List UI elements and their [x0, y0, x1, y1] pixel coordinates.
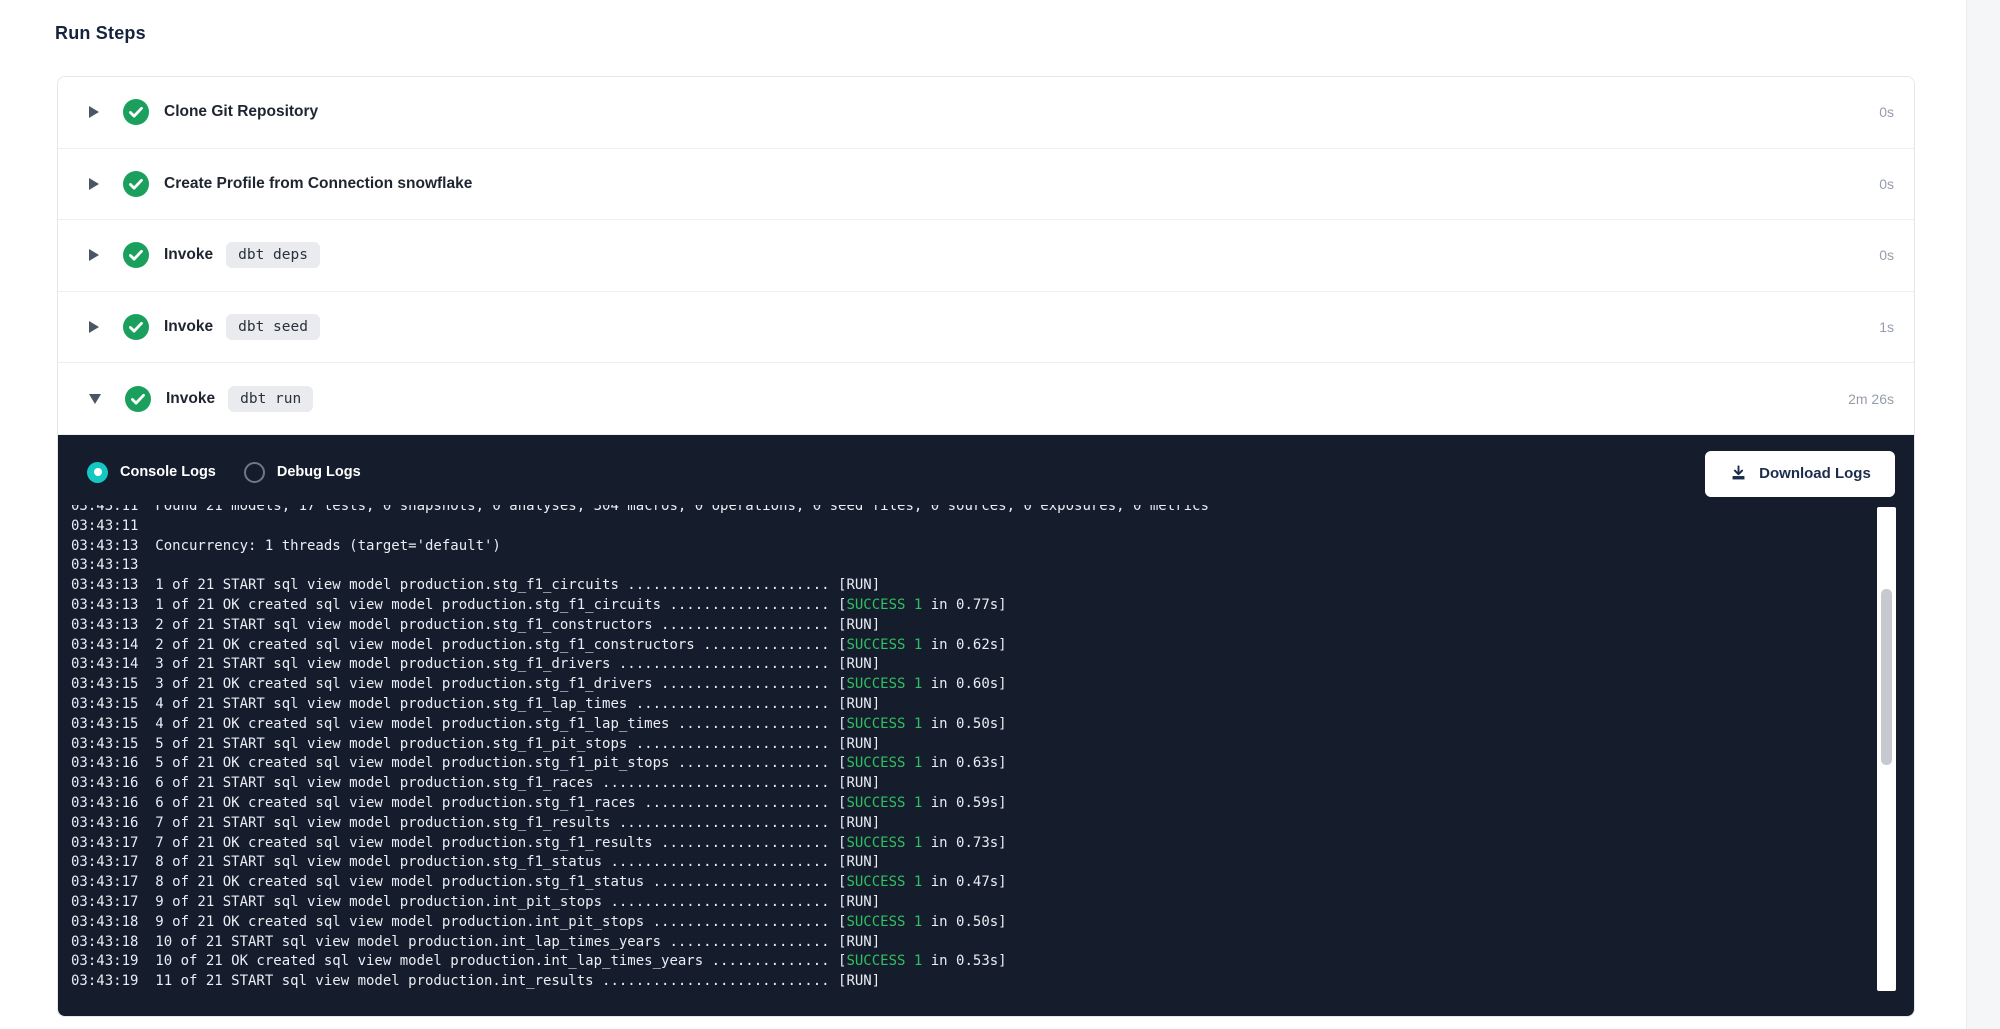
step-row[interactable]: Clone Git Repository 0s [58, 77, 1914, 149]
log-line: 03:43:13 1 of 21 OK created sql view mod… [71, 596, 1861, 616]
log-line: 03:43:13 [71, 556, 1861, 576]
log-line: 03:43:15 5 of 21 START sql view model pr… [71, 735, 1861, 755]
run-steps-card: Clone Git Repository0sCreate Profile fro… [57, 76, 1915, 1017]
log-line: 03:43:14 3 of 21 START sql view model pr… [71, 655, 1861, 675]
radio-group: Console Logs Debug Logs [87, 462, 361, 483]
log-line: 03:43:14 2 of 21 OK created sql view mod… [71, 636, 1861, 656]
download-icon [1729, 464, 1748, 483]
log-line: 03:43:13 2 of 21 START sql view model pr… [71, 616, 1861, 636]
step-duration: 0s [1879, 104, 1894, 120]
log-line: 03:43:11 Found 21 models, 17 tests, 0 sn… [71, 505, 1861, 517]
check-circle-icon [123, 99, 149, 125]
chevron-right-icon[interactable] [89, 249, 99, 261]
log-line: 03:43:16 6 of 21 START sql view model pr… [71, 774, 1861, 794]
log-line: 03:43:13 1 of 21 START sql view model pr… [71, 576, 1861, 596]
log-line: 03:43:13 Concurrency: 1 threads (target=… [71, 537, 1861, 557]
step-row[interactable]: Invoke dbt run 2m 26s [58, 363, 1914, 435]
radio-label: Console Logs [120, 464, 216, 480]
log-line: 03:43:15 4 of 21 START sql view model pr… [71, 695, 1861, 715]
log-line: 03:43:17 9 of 21 START sql view model pr… [71, 893, 1861, 913]
step-duration: 0s [1879, 247, 1894, 263]
check-circle-icon [123, 314, 149, 340]
log-line: 03:43:17 8 of 21 START sql view model pr… [71, 853, 1861, 873]
log-line: 03:43:18 9 of 21 OK created sql view mod… [71, 913, 1861, 933]
log-viewer[interactable]: 03:43:11 Found 21 models, 17 tests, 0 sn… [71, 505, 1861, 1001]
log-line: 03:43:16 7 of 21 START sql view model pr… [71, 814, 1861, 834]
step-duration: 2m 26s [1848, 391, 1894, 407]
radio-label: Debug Logs [277, 464, 361, 480]
step-duration: 0s [1879, 176, 1894, 192]
step-duration: 1s [1879, 319, 1894, 335]
step-label: Create Profile from Connection snowflake [164, 175, 472, 193]
step-command-chip: dbt seed [226, 314, 320, 340]
radio-unselected-icon[interactable] [244, 462, 265, 483]
step-label: Invoke [166, 390, 215, 408]
download-logs-label: Download Logs [1759, 465, 1871, 482]
step-command-chip: dbt run [228, 386, 313, 412]
log-line: 03:43:17 8 of 21 OK created sql view mod… [71, 873, 1861, 893]
step-row[interactable]: Create Profile from Connection snowflake… [58, 149, 1914, 221]
log-line: 03:43:17 7 of 21 OK created sql view mod… [71, 834, 1861, 854]
log-line: 03:43:19 11 of 21 START sql view model p… [71, 972, 1861, 992]
step-row[interactable]: Invoke dbt seed 1s [58, 292, 1914, 364]
step-row[interactable]: Invoke dbt deps 0s [58, 220, 1914, 292]
log-line: 03:43:11 [71, 517, 1861, 537]
radio-console-logs[interactable]: Console Logs [87, 462, 216, 483]
step-label: Clone Git Repository [164, 103, 318, 121]
log-line: 03:43:16 6 of 21 OK created sql view mod… [71, 794, 1861, 814]
chevron-right-icon[interactable] [89, 321, 99, 333]
step-label: Invoke [164, 318, 213, 336]
steps-list: Clone Git Repository0sCreate Profile fro… [58, 77, 1914, 435]
chevron-right-icon[interactable] [89, 178, 99, 190]
log-line: 03:43:19 10 of 21 OK created sql view mo… [71, 952, 1861, 972]
log-scrollbar-thumb[interactable] [1881, 589, 1892, 765]
log-line: 03:43:18 10 of 21 START sql view model p… [71, 933, 1861, 953]
page-title: Run Steps [55, 23, 146, 44]
page-edge [1966, 0, 2000, 1029]
step-command-chip: dbt deps [226, 242, 320, 268]
download-logs-button[interactable]: Download Logs [1705, 451, 1895, 497]
chevron-right-icon[interactable] [89, 106, 99, 118]
check-circle-icon [125, 386, 151, 412]
logs-panel: Console Logs Debug Logs Download Logs 03:… [58, 435, 1914, 1017]
log-line: 03:43:15 3 of 21 OK created sql view mod… [71, 675, 1861, 695]
radio-selected-icon[interactable] [87, 462, 108, 483]
log-scrollbar-track[interactable] [1877, 507, 1896, 991]
chevron-down-icon[interactable] [89, 394, 101, 404]
check-circle-icon [123, 242, 149, 268]
radio-debug-logs[interactable]: Debug Logs [244, 462, 361, 483]
log-lines: 03:43:11 Found 21 models, 17 tests, 0 sn… [71, 505, 1861, 992]
check-circle-icon [123, 171, 149, 197]
log-line: 03:43:16 5 of 21 OK created sql view mod… [71, 754, 1861, 774]
log-line: 03:43:15 4 of 21 OK created sql view mod… [71, 715, 1861, 735]
step-label: Invoke [164, 246, 213, 264]
